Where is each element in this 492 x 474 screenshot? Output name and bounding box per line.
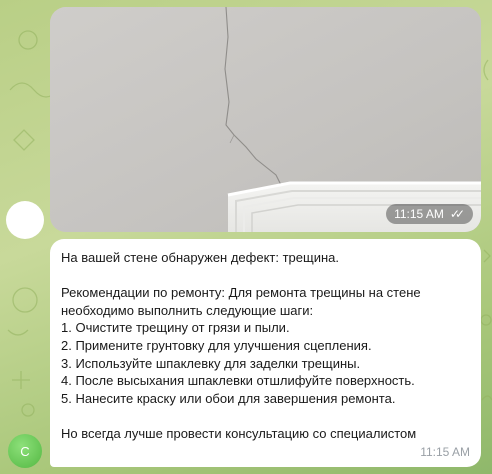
message-line: Но всегда лучше провести консультацию со… <box>61 425 417 441</box>
wall-crack-photo <box>50 7 481 232</box>
user-avatar[interactable] <box>6 201 44 239</box>
double-check-icon: ✓✓ <box>449 207 465 221</box>
message-text: На вашей стене обнаружен дефект: трещина… <box>61 249 469 443</box>
message-line: 2. Примените грунтовку для улучшения сце… <box>61 337 372 353</box>
message-line: 1. Очистите трещину от грязи и пыли. <box>61 320 290 336</box>
bot-message[interactable]: На вашей стене обнаружен дефект: трещина… <box>50 239 481 467</box>
message-line: 4. После высыхания шпаклевки отшлифуйте … <box>61 373 415 389</box>
message-line: необходимо выполнить следующие шаги: <box>61 302 314 318</box>
photo-timestamp: 11:15 AM ✓✓ <box>386 204 473 224</box>
photo-time: 11:15 AM <box>394 207 444 221</box>
message-time: 11:15 AM <box>420 445 470 460</box>
message-line: 5. Нанесите краску или обои для завершен… <box>61 390 396 406</box>
message-line: На вашей стене обнаружен дефект: трещина… <box>61 250 339 265</box>
bot-avatar[interactable]: C <box>8 434 42 468</box>
message-line: 3. Используйте шпаклевку для заделки тре… <box>61 355 361 371</box>
message-line: Рекомендации по ремонту: Для ремонта тре… <box>61 285 421 301</box>
bot-avatar-initial: C <box>20 443 30 459</box>
photo-message[interactable]: 11:15 AM ✓✓ <box>50 7 481 232</box>
